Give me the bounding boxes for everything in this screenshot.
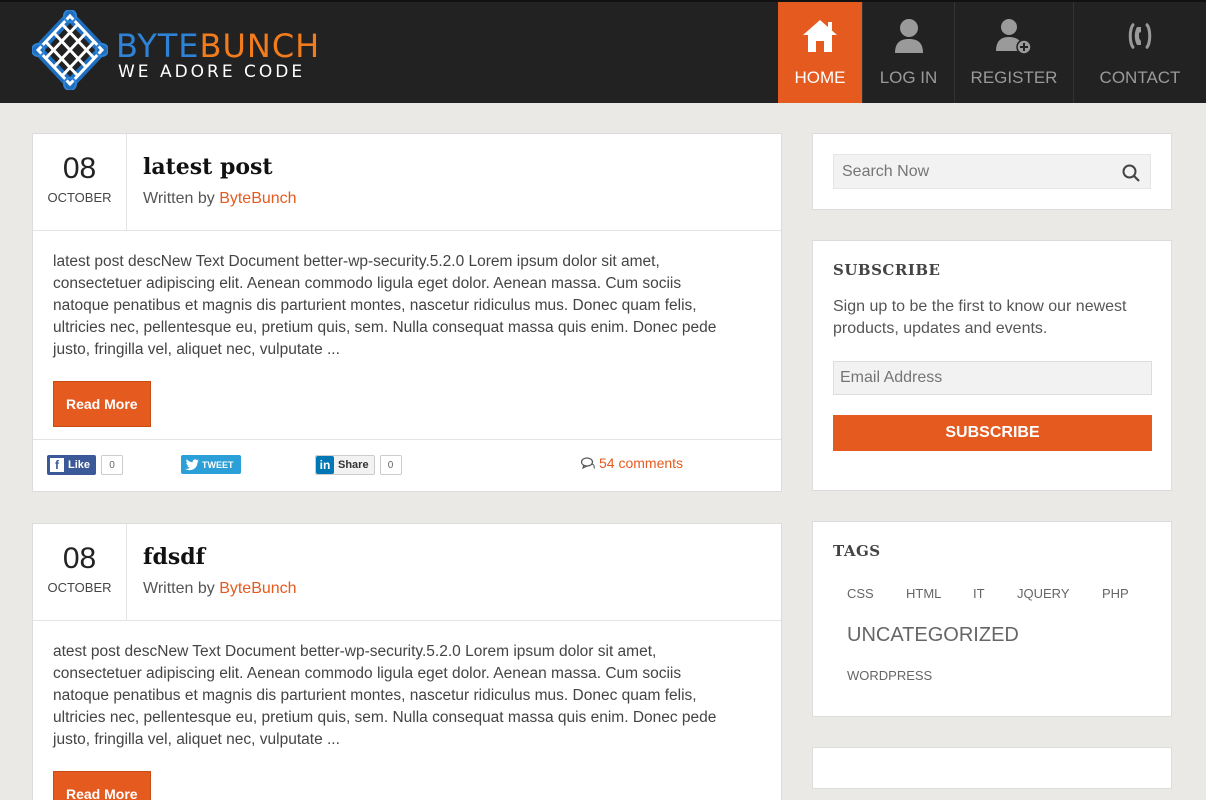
comments-icon [581,457,595,469]
email-field-wrapper [833,361,1152,395]
subscribe-text-line: products, updates and events. [833,320,1048,337]
nav-home[interactable]: HOME [778,2,862,103]
tags-title: TAGS [833,542,881,560]
tweet-button[interactable]: TWEET [181,455,241,474]
nav-contact-label: CONTACT [1099,68,1181,87]
site-logo[interactable]: BYTEBUNCH WE ADORE CODE [32,10,362,96]
subscribe-widget: SUBSCRIBE Sign up to be the first to kno… [812,240,1172,491]
post-date: 08 OCTOBER [33,524,127,620]
logo-tagline: WE ADORE CODE [118,62,306,82]
written-by-label: Written by [143,190,215,207]
linkedin-icon: in [316,456,334,474]
tag-link[interactable]: HTML [906,586,941,601]
subscribe-description: Sign up to be the first to know our newe… [833,296,1153,340]
post-date-day: 08 [62,542,97,575]
excerpt-line: latest post descNew Text Document better… [53,253,660,270]
linkedin-widget: in Share 0 [315,455,402,475]
search-input[interactable] [834,155,1114,188]
tweet-label: TWEET [202,459,234,470]
post-title[interactable]: latest post [143,154,273,180]
search-icon[interactable] [1122,164,1140,182]
post-card: 08 OCTOBER fdsdf Written by ByteBunch at… [32,523,782,800]
sidebar-widget [812,747,1172,789]
post-author-link[interactable]: ByteBunch [219,190,296,207]
user-icon [893,16,925,56]
excerpt-line: justo, fringilla vel, aliquet nec, vulpu… [53,341,340,358]
facebook-icon: f [50,458,64,472]
post-excerpt: latest post descNew Text Document better… [33,231,781,427]
comments-count: 54 comments [599,455,684,471]
facebook-like-label: Like [68,459,91,471]
phone-icon [1122,16,1158,56]
comments-link[interactable]: 54 comments [581,455,683,471]
post-meta: Written by ByteBunch [143,580,297,598]
home-icon [801,16,839,56]
linkedin-share-button[interactable]: in Share [315,455,375,475]
post-title[interactable]: fdsdf [143,544,205,570]
post-card: 08 OCTOBER latest post Written by ByteBu… [32,133,782,492]
tag-link[interactable]: PHP [1102,586,1129,601]
nav-home-label: HOME [794,68,846,87]
main-nav: HOME LOG IN REGISTER CONTACT [778,2,1206,103]
post-date-month: OCTOBER [47,190,112,205]
site-header: BYTEBUNCH WE ADORE CODE HOME LOG IN REGI… [0,0,1206,103]
excerpt-line: consectetuer adipiscing elit. Aenean com… [53,275,682,292]
tag-link[interactable]: CSS [847,586,874,601]
tag-link[interactable]: WORDPRESS [847,668,932,683]
post-header: 08 OCTOBER latest post Written by ByteBu… [33,134,781,231]
post-author-link[interactable]: ByteBunch [219,580,296,597]
post-date-month: OCTOBER [47,580,112,595]
subscribe-button[interactable]: SUBSCRIBE [833,415,1152,451]
logo-title: BYTEBUNCH [116,30,320,62]
linkedin-share-label: Share [338,459,369,471]
tag-link[interactable]: IT [973,586,985,601]
nav-login-label: LOG IN [879,68,938,87]
written-by-label: Written by [143,580,215,597]
user-add-icon [995,16,1033,56]
post-excerpt: atest post descNew Text Document better-… [33,621,781,800]
nav-login[interactable]: LOG IN [862,2,954,103]
post-date-day: 08 [62,152,97,185]
tags-widget: TAGS CSS HTML IT JQUERY PHP UNCATEGORIZE… [812,521,1172,717]
subscribe-title: SUBSCRIBE [833,261,941,279]
like-count: 0 [101,455,124,475]
nav-contact[interactable]: CONTACT [1073,2,1206,103]
tag-link[interactable]: UNCATEGORIZED [847,624,1019,647]
twitter-bird-icon [185,458,199,470]
excerpt-line: ultricies nec, pellentesque eu, pretium … [53,319,717,336]
post-header: 08 OCTOBER fdsdf Written by ByteBunch [33,524,781,621]
excerpt-line: consectetuer adipiscing elit. Aenean com… [53,665,682,682]
logo-title-part1: BYTE [116,27,200,65]
facebook-like-button[interactable]: f Like [47,455,97,475]
excerpt-line: natoque penatibus et magnis dis parturie… [53,687,697,704]
search-widget [812,133,1172,210]
knot-logo-icon [32,10,108,90]
subscribe-text-line: Sign up to be the first to know our newe… [833,298,1127,315]
excerpt-line: atest post descNew Text Document better-… [53,643,657,660]
excerpt-line: justo, fringilla vel, aliquet nec, vulpu… [53,731,340,748]
facebook-like-widget: f Like 0 [47,455,124,475]
post-date: 08 OCTOBER [33,134,127,230]
logo-title-part2: BUNCH [199,27,321,65]
excerpt-line: ultricies nec, pellentesque eu, pretium … [53,709,717,726]
nav-register[interactable]: REGISTER [954,2,1073,103]
nav-register-label: REGISTER [970,68,1058,87]
search-box [833,154,1151,189]
twitter-widget: TWEET [181,455,241,474]
email-field[interactable] [834,362,1151,394]
read-more-button[interactable]: Read More [53,771,151,800]
tag-link[interactable]: JQUERY [1017,586,1070,601]
excerpt-line: natoque penatibus et magnis dis parturie… [53,297,697,314]
post-meta: Written by ByteBunch [143,190,297,208]
share-count: 0 [379,455,402,475]
read-more-button[interactable]: Read More [53,381,151,427]
post-footer: f Like 0 TWEET in Share 0 54 comments [33,439,781,491]
